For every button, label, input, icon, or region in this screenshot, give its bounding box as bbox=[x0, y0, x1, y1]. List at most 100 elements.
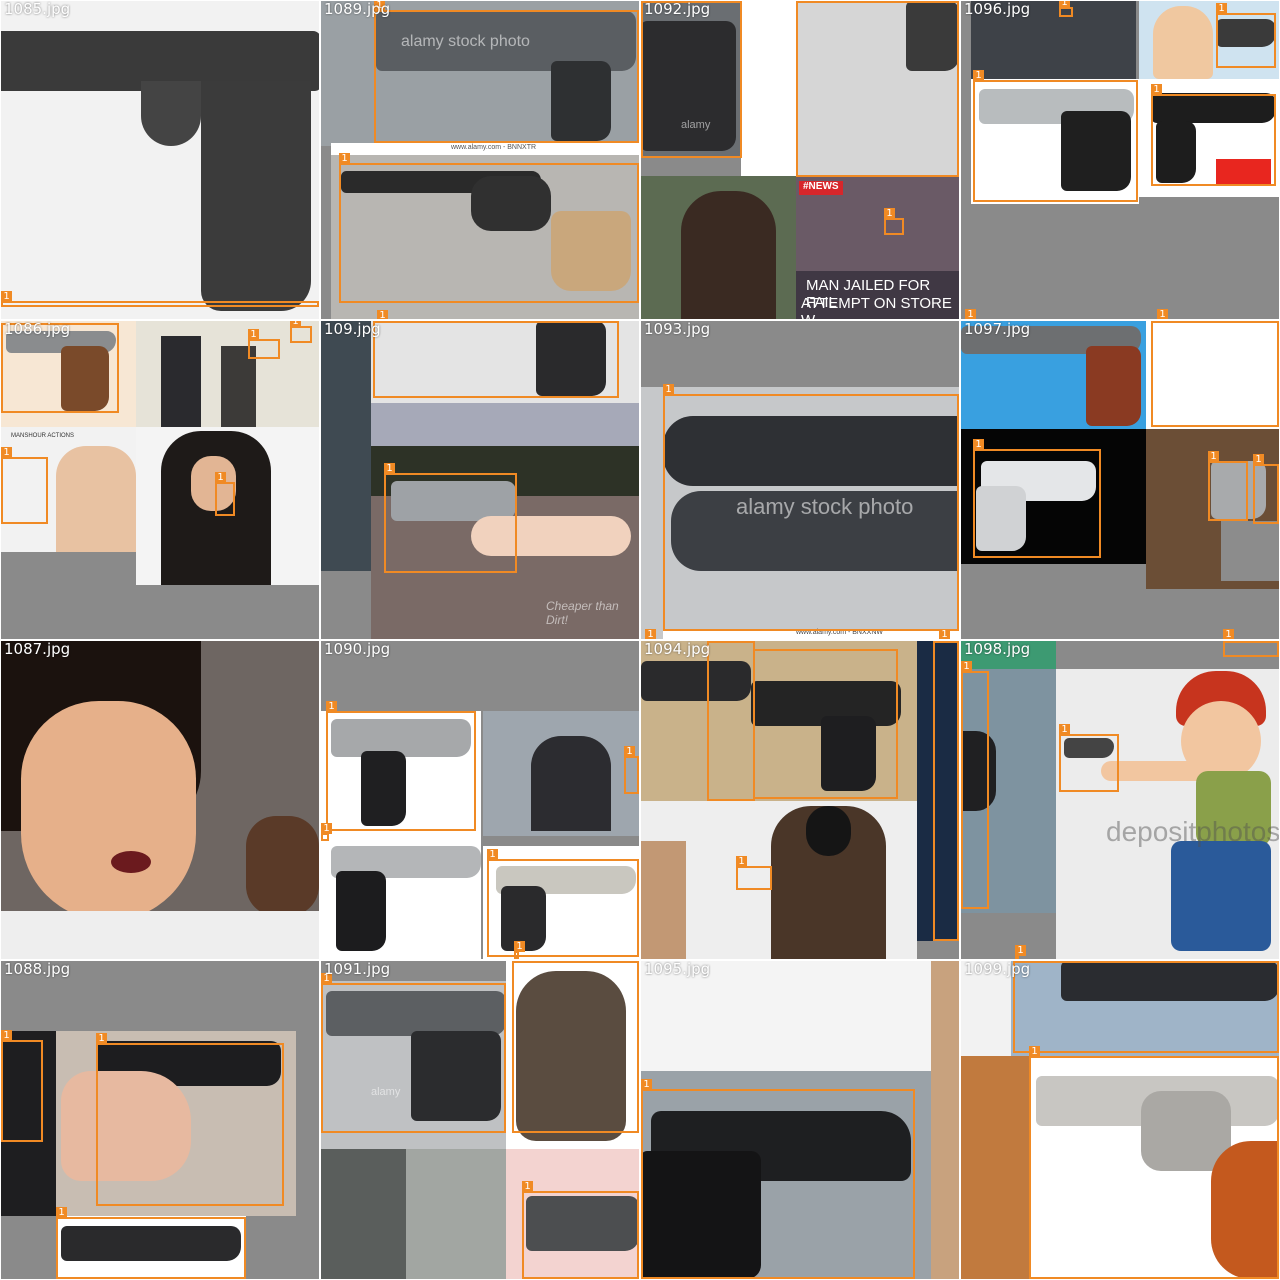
detection-box: 1 bbox=[1029, 1046, 1279, 1279]
detection-label: 1 bbox=[624, 746, 635, 757]
image-tile[interactable]: 1 1 1094.jpg bbox=[641, 641, 959, 959]
detection-box: 1 bbox=[707, 641, 755, 801]
person bbox=[641, 841, 686, 959]
detection-label: 1 bbox=[326, 701, 337, 712]
photo bbox=[321, 321, 371, 571]
second-face bbox=[246, 816, 319, 916]
detection-box: 1 bbox=[736, 856, 772, 890]
detection-label: 1 bbox=[290, 321, 301, 327]
image-filename: 1097.jpg bbox=[964, 321, 1031, 338]
detection-box: 1 bbox=[663, 384, 959, 631]
detection-label: 1 bbox=[663, 384, 674, 395]
detection-box: 1 bbox=[248, 329, 280, 359]
banner-text: MANSHOUR ACTIONS bbox=[11, 433, 75, 439]
detection-box: 1 bbox=[215, 472, 235, 516]
image-filename: 1096.jpg bbox=[964, 1, 1031, 18]
image-tile[interactable]: 1 1 1 1 1097.jpg bbox=[961, 321, 1279, 639]
image-tile[interactable]: alamy 1 1 1091.jpg bbox=[321, 961, 639, 1279]
detection-box: 1 bbox=[326, 701, 476, 831]
detection-label: 1 bbox=[384, 463, 395, 474]
detection-label: 1 bbox=[736, 856, 747, 867]
detection-label: 1 bbox=[1015, 945, 1026, 956]
detection-box: 1 bbox=[1223, 641, 1279, 657]
face bbox=[21, 701, 196, 921]
image-filename: 1090.jpg bbox=[324, 641, 391, 658]
detection-label: 1 bbox=[1, 1030, 12, 1041]
detection-box: 1 bbox=[321, 973, 506, 1133]
detection-box bbox=[1013, 961, 1279, 1053]
detection-label: 1 bbox=[641, 1079, 652, 1090]
pistol-shape bbox=[141, 81, 201, 146]
detection-label: 1 bbox=[522, 1181, 533, 1192]
detection-box bbox=[373, 321, 619, 398]
detection-box: 1 bbox=[290, 321, 312, 343]
image-tile[interactable]: 1 1 1 1 1 1 1096.jpg bbox=[961, 1, 1279, 319]
person bbox=[1153, 6, 1213, 79]
detection-box: 1 bbox=[522, 1181, 639, 1279]
detection-box: 1 bbox=[973, 439, 1101, 558]
detection-label: 1 bbox=[56, 1207, 67, 1218]
shirt bbox=[1, 911, 319, 959]
image-tile[interactable]: alamy stock photo www.alamy.com - BNXXNW… bbox=[641, 321, 959, 639]
detection-label: 1 bbox=[1223, 629, 1234, 639]
detection-box: 1 bbox=[1151, 84, 1276, 186]
photo bbox=[741, 1, 801, 176]
detection-label: 1 bbox=[1223, 641, 1234, 642]
watermark: www.alamy.com - BNNXTR bbox=[451, 144, 537, 151]
head bbox=[806, 806, 851, 856]
detection-box: 1 bbox=[384, 463, 517, 573]
person bbox=[56, 446, 136, 552]
detection-box: 1 bbox=[1216, 3, 1276, 68]
detection-box: 1 bbox=[624, 746, 639, 794]
image-tile[interactable]: #NEWS MAN JAILED FOR FAIL ATTEMPT ON STO… bbox=[641, 1, 959, 319]
detection-label: 1 bbox=[961, 661, 972, 672]
detection-box: 1 bbox=[1, 1030, 43, 1142]
detection-box bbox=[1151, 321, 1279, 427]
image-filename: 1092.jpg bbox=[644, 1, 711, 18]
detection-label: 1 bbox=[487, 849, 498, 860]
detection-label: 1 bbox=[884, 208, 895, 219]
news-caption-line: ATTEMPT ON STORE W bbox=[801, 295, 952, 319]
detection-box: 1 bbox=[1059, 724, 1119, 792]
image-filename: 109.jpg bbox=[324, 321, 381, 338]
mosaic-grid: 1 1085.jpg www.alamy.com - BNNXTR alamy … bbox=[0, 0, 1280, 1280]
detection-label: 1 bbox=[939, 629, 950, 639]
image-tile[interactable]: depositphotos 1 1 1 1 1098.jpg bbox=[961, 641, 1279, 959]
person bbox=[161, 336, 201, 427]
detection-box bbox=[753, 649, 898, 799]
detection-box: 1 bbox=[374, 1, 639, 143]
image-filename: 1093.jpg bbox=[644, 321, 711, 338]
image-tile[interactable]: 1 1 1 1 1 1090.jpg bbox=[321, 641, 639, 959]
detection-label: 1 bbox=[377, 310, 388, 319]
photo bbox=[931, 961, 959, 1279]
image-tile[interactable]: www.alamy.com - BNNXTR alamy stock photo… bbox=[321, 1, 639, 319]
detection-box: 1 bbox=[1253, 454, 1279, 524]
detection-label: 1 bbox=[96, 1033, 107, 1044]
detection-box: 1 bbox=[961, 661, 989, 909]
image-tile[interactable]: 1 1095.jpg bbox=[641, 961, 959, 1279]
detection-box: 1 bbox=[1, 291, 319, 307]
image-tile[interactable]: MANSHOUR ACTIONS 1 1 1 1 1086.jpg bbox=[1, 321, 319, 639]
image-tile[interactable]: Cheaper than Dirt! 1 109.jpg bbox=[321, 321, 639, 639]
detection-label: 1 bbox=[1, 291, 12, 302]
image-tile[interactable]: 1 1099.jpg bbox=[961, 961, 1279, 1279]
detection-box: 1 bbox=[514, 941, 525, 959]
image-tile[interactable]: 1 1085.jpg bbox=[1, 1, 319, 319]
detection-label: 1 bbox=[973, 70, 984, 81]
image-filename: 1095.jpg bbox=[644, 961, 711, 978]
image-filename: 1087.jpg bbox=[4, 641, 71, 658]
image-filename: 1088.jpg bbox=[4, 961, 71, 978]
photo bbox=[961, 1056, 1031, 1279]
detection-label: 1 bbox=[965, 309, 976, 319]
detection-box bbox=[512, 961, 639, 1133]
detection-box: 1 bbox=[1015, 945, 1026, 959]
detection-label: 1 bbox=[1, 447, 12, 458]
detection-label: 1 bbox=[339, 153, 350, 164]
image-filename: 1094.jpg bbox=[644, 641, 711, 658]
image-tile[interactable]: 1 1 1 1088.jpg bbox=[1, 961, 319, 1279]
image-tile[interactable]: 1087.jpg bbox=[1, 641, 319, 959]
detection-box: 1 bbox=[1208, 451, 1248, 521]
detection-label: 1 bbox=[1029, 1046, 1040, 1057]
detection-label: 1 bbox=[1208, 451, 1219, 462]
detection-box bbox=[796, 1, 959, 177]
